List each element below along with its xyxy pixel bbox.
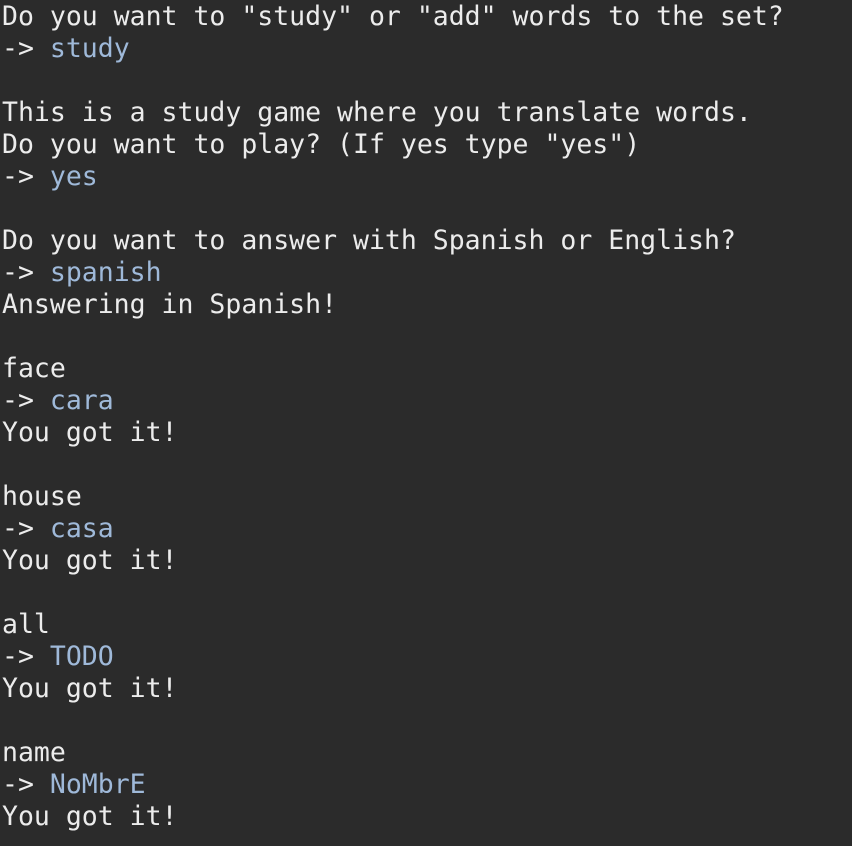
output-line: all (2, 609, 50, 640)
user-input-text: cara (49, 385, 114, 416)
input-line: -> spanish (0, 257, 852, 289)
prompt-arrow: -> (2, 385, 50, 416)
user-input-text: study (49, 33, 130, 64)
user-input-text: NoMbrE (49, 769, 146, 800)
input-line: -> NoMbrE (0, 769, 852, 801)
output-line: name (2, 737, 66, 768)
prompt-arrow: -> (2, 513, 50, 544)
user-input-text: casa (49, 513, 114, 544)
output-line: You got it! (2, 801, 178, 832)
user-input-text: yes (49, 161, 98, 192)
input-line: -> study (0, 33, 852, 65)
output-line: Do you want to answer with Spanish or En… (2, 225, 736, 256)
output-line: house (2, 481, 82, 512)
output-line: You got it! (2, 545, 178, 576)
terminal-window[interactable]: Do you want to "study" or "add" words to… (0, 0, 852, 846)
output-line: You got it! (2, 417, 178, 448)
output-line: Answering in Spanish! (2, 289, 338, 320)
prompt-arrow: -> (2, 769, 50, 800)
output-line: Do you want to "study" or "add" words to… (2, 1, 784, 32)
output-line: You got it! (2, 673, 178, 704)
prompt-arrow: -> (2, 257, 50, 288)
input-line: -> yes (0, 161, 852, 193)
output-line: face (2, 353, 66, 384)
input-line: -> cara (0, 385, 852, 417)
prompt-arrow: -> (2, 641, 50, 672)
output-line: This is a study game where you translate… (2, 97, 752, 128)
output-line: Do you want to play? (If yes type "yes") (2, 129, 641, 160)
prompt-arrow: -> (2, 33, 50, 64)
input-line: -> casa (0, 513, 852, 545)
prompt-arrow: -> (2, 161, 50, 192)
user-input-text: spanish (49, 257, 162, 288)
input-line: -> TODO (0, 641, 852, 673)
user-input-text: TODO (49, 641, 114, 672)
